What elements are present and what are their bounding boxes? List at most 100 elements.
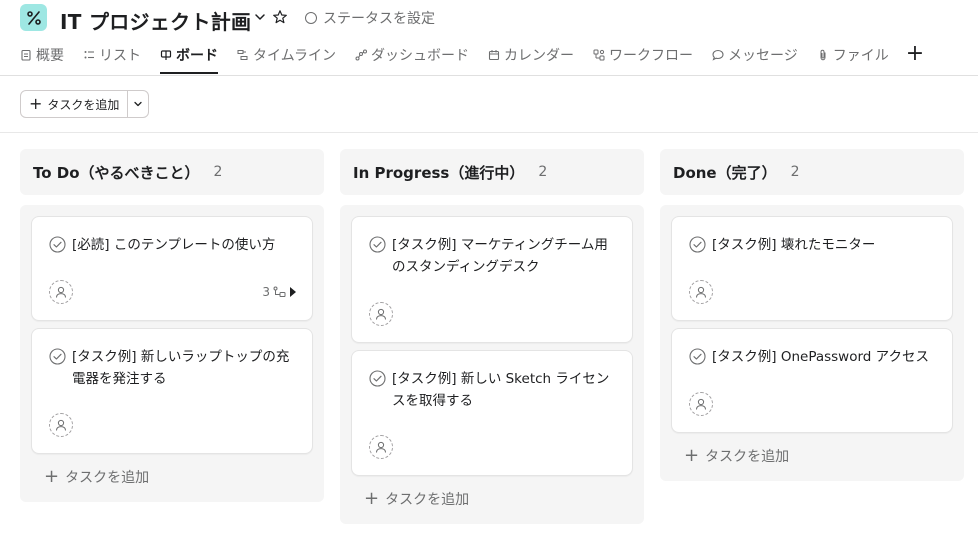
user-icon [56, 286, 66, 298]
task-card[interactable]: [タスク例] 壊れたモニター [671, 216, 953, 321]
task-card[interactable]: [タスク例] 新しい Sketch ライセンスを取得する [351, 350, 633, 476]
overview-icon [21, 49, 31, 61]
column-body: [タスク例] 壊れたモニター [タスク例] OnePassword アクセス +… [660, 205, 964, 481]
chevron-down-icon [134, 101, 143, 107]
task-title: [タスク例] 壊れたモニター [712, 237, 876, 253]
add-tab-plus-icon[interactable]: + [906, 43, 924, 65]
tab-label: ファイル [832, 48, 889, 64]
task-card[interactable]: [必読] このテンプレートの使い方 3 [31, 216, 313, 321]
star-icon[interactable] [272, 9, 288, 25]
board-column-todo: To Do（やるべきこと） 2 [必読] このテンプレートの使い方 3 [タスク… [20, 149, 324, 502]
task-title: [タスク例] 新しいラップトップの充電器を発注する [72, 349, 290, 387]
project-header: IT プロジェクト計画 ステータスを設定 [0, 0, 978, 40]
add-task-button[interactable]: + タスクを追加 [21, 91, 129, 117]
project-title[interactable]: IT プロジェクト計画 [60, 6, 251, 35]
tab-messages[interactable]: メッセージ [712, 44, 798, 66]
tab-label: メッセージ [728, 48, 798, 64]
tab-board[interactable]: ボード [160, 44, 218, 74]
task-card[interactable]: [タスク例] OnePassword アクセス [671, 328, 953, 433]
status-circle-icon [305, 12, 317, 24]
percent-icon [26, 10, 41, 25]
tab-label: カレンダー [504, 48, 575, 64]
status-label: ステータスを設定 [323, 11, 435, 27]
tab-label: 概要 [36, 48, 64, 64]
column-count: 2 [538, 164, 548, 180]
column-count: 2 [790, 164, 800, 180]
task-card[interactable]: [タスク例] マーケティングチーム用のスタンディングデスク [351, 216, 633, 343]
tab-workflow[interactable]: ワークフロー [593, 44, 693, 66]
project-tabs: 概要 リスト ボード タイムライン ダッシュボード カレンダー ワークフロー メ… [20, 43, 924, 76]
plus-icon: + [684, 445, 700, 466]
plus-icon: + [44, 466, 60, 487]
column-body: [必読] このテンプレートの使い方 3 [タスク例] 新しいラップトップの充電器… [20, 205, 324, 502]
check-circle-icon[interactable] [49, 348, 66, 365]
tab-label: タイムライン [253, 48, 337, 64]
column-body: [タスク例] マーケティングチーム用のスタンディングデスク [タスク例] 新しい… [340, 205, 644, 524]
column-add-label: タスクを追加 [705, 449, 790, 465]
column-title: Done（完了） [673, 163, 777, 182]
check-circle-icon[interactable] [689, 348, 706, 365]
add-task-dropdown[interactable] [128, 91, 148, 117]
user-icon [376, 308, 386, 320]
chevron-down-icon[interactable] [253, 10, 267, 24]
tab-files[interactable]: ファイル [817, 44, 889, 66]
list-icon [84, 51, 94, 59]
column-add-task-button[interactable]: + タスクを追加 [351, 484, 633, 514]
column-add-task-button[interactable]: + タスクを追加 [31, 462, 313, 492]
caret-right-icon [290, 287, 296, 297]
tab-list[interactable]: リスト [83, 44, 141, 66]
column-add-label: タスクを追加 [65, 470, 150, 486]
tabs-divider [0, 75, 978, 76]
tab-dashboard[interactable]: ダッシュボード [355, 44, 469, 66]
column-title: In Progress（進行中） [353, 163, 525, 182]
task-title: [タスク例] OnePassword アクセス [712, 349, 929, 365]
user-icon [56, 419, 66, 431]
task-title: [タスク例] 新しい Sketch ライセンスを取得する [392, 371, 610, 409]
column-header[interactable]: To Do（やるべきこと） 2 [20, 149, 324, 195]
check-circle-icon[interactable] [369, 236, 386, 253]
assignee-avatar[interactable] [369, 302, 393, 326]
assignee-avatar[interactable] [689, 392, 713, 416]
project-icon[interactable] [20, 4, 47, 31]
check-circle-icon[interactable] [49, 236, 66, 253]
board-column-done: Done（完了） 2 [タスク例] 壊れたモニター [タスク例] OnePass… [660, 149, 964, 481]
column-header[interactable]: In Progress（進行中） 2 [340, 149, 644, 195]
column-header[interactable]: Done（完了） 2 [660, 149, 964, 195]
plus-icon: + [364, 488, 380, 509]
assignee-avatar[interactable] [689, 280, 713, 304]
tab-overview[interactable]: 概要 [20, 44, 64, 66]
add-task-split-button: + タスクを追加 [20, 90, 150, 118]
plus-icon: + [29, 94, 43, 113]
user-icon [376, 441, 386, 453]
task-title: [必読] このテンプレートの使い方 [72, 237, 276, 253]
timeline-icon [237, 50, 248, 60]
subtask-count[interactable]: 3 [262, 285, 296, 299]
tab-label: ダッシュボード [371, 48, 470, 64]
tab-label: リスト [99, 48, 141, 64]
tab-label: ワークフロー [609, 48, 694, 64]
column-add-label: タスクを追加 [385, 492, 470, 508]
check-circle-icon[interactable] [369, 370, 386, 387]
dashboard-icon [355, 49, 368, 61]
set-status-button[interactable]: ステータスを設定 [305, 8, 435, 28]
tab-label: ボード [176, 48, 218, 64]
column-add-task-button[interactable]: + タスクを追加 [671, 441, 953, 471]
assignee-avatar[interactable] [49, 280, 73, 304]
task-title: [タスク例] マーケティングチーム用のスタンディングデスク [392, 237, 608, 275]
paperclip-icon [820, 49, 826, 61]
user-icon [696, 286, 706, 298]
assignee-avatar[interactable] [49, 413, 73, 437]
board-icon [160, 50, 172, 60]
tab-timeline[interactable]: タイムライン [237, 44, 336, 66]
toolbar-divider [0, 132, 978, 133]
add-task-label: タスクを追加 [47, 97, 120, 112]
workflow-icon [593, 49, 605, 61]
assignee-avatar[interactable] [369, 435, 393, 459]
check-circle-icon[interactable] [689, 236, 706, 253]
task-card[interactable]: [タスク例] 新しいラップトップの充電器を発注する [31, 328, 313, 454]
subtask-number: 3 [262, 285, 270, 299]
calendar-icon [488, 50, 500, 61]
tab-calendar[interactable]: カレンダー [488, 44, 574, 66]
user-icon [696, 398, 706, 410]
column-title: To Do（やるべきこと） [33, 163, 200, 182]
